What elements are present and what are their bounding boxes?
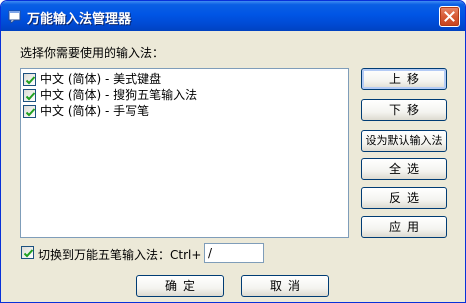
input-method-manager-dialog: 万能输入法管理器 选择你需要使用的输入法： 中文 (简体) - 美式键盘 中文 … <box>0 0 466 303</box>
checkmark-icon <box>23 249 34 258</box>
list-item-checkbox[interactable] <box>23 105 36 118</box>
hotkey-label[interactable]: 切换到万能五笔输入法：Ctrl+ <box>38 246 201 263</box>
list-item-label: 中文 (简体) - 手写笔 <box>40 104 150 118</box>
input-method-list[interactable]: 中文 (简体) - 美式键盘 中文 (简体) - 搜狗五笔输入法 中文 (简体)… <box>20 68 349 238</box>
ok-button[interactable]: 确定 <box>136 275 224 297</box>
window-title: 万能输入法管理器 <box>27 12 132 27</box>
list-item[interactable]: 中文 (简体) - 美式键盘 <box>23 72 343 88</box>
set-default-button[interactable]: 设为默认输入法 <box>361 130 447 152</box>
checkmark-icon <box>25 92 36 101</box>
prompt-label: 选择你需要使用的输入法： <box>20 46 165 60</box>
list-item-label: 中文 (简体) - 美式键盘 <box>40 72 162 86</box>
app-window-icon <box>7 8 23 24</box>
list-item[interactable]: 中文 (简体) - 搜狗五笔输入法 <box>23 88 343 104</box>
cancel-button[interactable]: 取消 <box>241 275 329 297</box>
list-item-checkbox[interactable] <box>23 89 36 102</box>
checkmark-icon <box>25 76 36 85</box>
apply-button[interactable]: 应用 <box>361 216 447 238</box>
invert-selection-button[interactable]: 反选 <box>361 187 447 209</box>
close-icon <box>444 11 455 22</box>
list-item-checkbox[interactable] <box>23 73 36 86</box>
checkmark-icon <box>25 108 36 117</box>
list-item[interactable]: 中文 (简体) - 手写笔 <box>23 104 343 120</box>
close-button[interactable] <box>439 6 460 27</box>
hotkey-key-input[interactable]: / <box>204 243 264 263</box>
move-up-button[interactable]: 上移 <box>361 68 447 90</box>
select-all-button[interactable]: 全选 <box>361 158 447 180</box>
move-down-button[interactable]: 下移 <box>361 99 447 121</box>
list-item-label: 中文 (简体) - 搜狗五笔输入法 <box>40 88 198 102</box>
hotkey-checkbox[interactable] <box>21 246 34 259</box>
title-bar[interactable]: 万能输入法管理器 <box>1 1 465 31</box>
